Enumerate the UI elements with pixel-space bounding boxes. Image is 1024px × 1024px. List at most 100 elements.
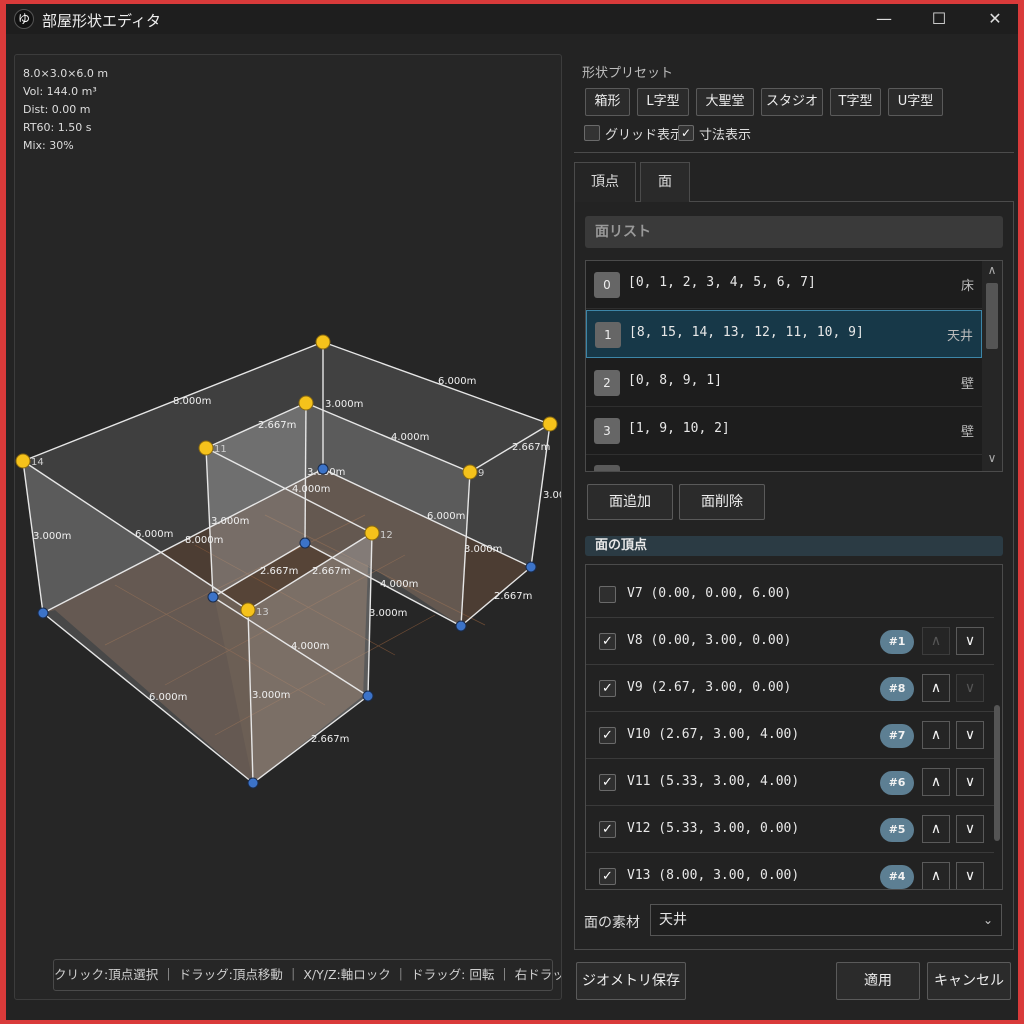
- presets-label: 形状プリセット: [582, 66, 674, 81]
- dim-label: 2.667m: [311, 734, 349, 745]
- title-bar: ゆ 部屋形状エディタ — ☐ ✕: [6, 4, 1018, 34]
- face-row[interactable]: 0 [0, 1, 2, 3, 4, 5, 6, 7] 床: [586, 261, 982, 309]
- face-row-selected[interactable]: 1 [8, 15, 14, 13, 12, 11, 10, 9] 天井: [586, 310, 982, 358]
- vertex-coords: V7 (0.00, 0.00, 6.00): [627, 586, 792, 601]
- face-row[interactable]: 2 [0, 8, 9, 1] 壁: [586, 359, 982, 407]
- ceiling-vertex: [315, 334, 331, 350]
- dim-label: 2.667m: [312, 566, 350, 577]
- dim-label: 8.000m: [173, 396, 211, 407]
- ceiling-vertex: [240, 602, 256, 618]
- vertex-coords: V12 (5.33, 3.00, 0.00): [627, 821, 800, 836]
- face-index-badge: 3: [594, 418, 620, 444]
- face-list-scrollbar[interactable]: ∧ ∨: [982, 261, 1002, 471]
- vertex-checkbox[interactable]: [599, 586, 616, 603]
- floor-vertex: [455, 620, 467, 632]
- ceiling-vertex: [364, 525, 380, 541]
- maximize-button[interactable]: ☐: [916, 4, 962, 34]
- controls-hint: クリック:頂点選択 ｜ ドラッグ:頂点移動 ｜ X/Y/Z:軸ロック ｜ ドラッ…: [53, 959, 561, 991]
- add-face-button[interactable]: 面追加: [587, 484, 673, 520]
- preset-l-shape-button[interactable]: L字型: [637, 88, 689, 116]
- dim-label: 6.000m: [135, 529, 173, 540]
- save-geometry-button[interactable]: ジオメトリ保存: [576, 962, 686, 1000]
- move-up-button[interactable]: ∧: [922, 768, 950, 796]
- tab-vertices[interactable]: 頂点: [574, 162, 636, 202]
- scrollbar-thumb[interactable]: [986, 283, 998, 349]
- ceiling-vertex: [462, 464, 478, 480]
- vertex-order-badge: #8: [880, 677, 914, 701]
- preset-studio-button[interactable]: スタジオ: [761, 88, 823, 116]
- move-down-button[interactable]: ∨: [956, 627, 984, 655]
- vertex-row[interactable]: ✓ V12 (5.33, 3.00, 0.00) #5 ∧ ∨: [586, 806, 994, 853]
- face-type: 壁: [960, 377, 974, 392]
- face-row-partial[interactable]: [586, 457, 982, 471]
- preset-cathedral-button[interactable]: 大聖堂: [696, 88, 754, 116]
- preset-box-button[interactable]: 箱形: [585, 88, 630, 116]
- face-material-value: 天井: [659, 912, 687, 928]
- vertex-checkbox[interactable]: ✓: [599, 727, 616, 744]
- scroll-up-icon[interactable]: ∧: [985, 263, 999, 277]
- vertex-row[interactable]: ✓ V13 (8.00, 3.00, 0.00) #4 ∧ ∨: [586, 853, 994, 889]
- grid-checkbox[interactable]: [584, 125, 600, 141]
- floor-vertex: [37, 607, 49, 619]
- move-down-button[interactable]: ∨: [956, 768, 984, 796]
- vertex-label-9: 9: [478, 468, 484, 479]
- 3d-viewport[interactable]: 8.0×3.0×6.0 m Vol: 144.0 m³ Dist: 0.00 m…: [14, 54, 562, 1000]
- vertex-row[interactable]: V7 (0.00, 0.00, 6.00): [586, 571, 994, 618]
- close-button[interactable]: ✕: [972, 4, 1018, 34]
- vertex-checkbox[interactable]: ✓: [599, 680, 616, 697]
- minimize-button[interactable]: —: [861, 4, 907, 34]
- move-down-button[interactable]: ∨: [956, 674, 984, 702]
- face-row[interactable]: 3 [1, 9, 10, 2] 壁: [586, 407, 982, 455]
- scroll-down-icon[interactable]: ∨: [985, 451, 999, 465]
- move-up-button[interactable]: ∧: [922, 627, 950, 655]
- dim-label: 3.000m: [33, 531, 71, 542]
- ceiling-vertex: [198, 440, 214, 456]
- face-material-label: 面の素材: [584, 915, 640, 931]
- vertex-row[interactable]: ✓ V11 (5.33, 3.00, 4.00) #6 ∧ ∨: [586, 759, 994, 806]
- vertex-checkbox[interactable]: ✓: [599, 633, 616, 650]
- dim-label: 3.000m: [211, 516, 249, 527]
- vertex-label-12: 12: [380, 530, 393, 541]
- move-up-button[interactable]: ∧: [922, 862, 950, 889]
- move-down-button[interactable]: ∨: [956, 721, 984, 749]
- preset-t-shape-button[interactable]: T字型: [830, 88, 881, 116]
- cancel-button[interactable]: キャンセル: [927, 962, 1011, 1000]
- vertex-checkbox[interactable]: ✓: [599, 774, 616, 791]
- dim-label: 6.000m: [427, 511, 465, 522]
- face-index-badge: 1: [595, 322, 621, 348]
- face-vertex-list[interactable]: V7 (0.00, 0.00, 6.00) ✓ V8 (0.00, 3.00, …: [585, 564, 1003, 890]
- face-type: 天井: [946, 329, 973, 344]
- vertex-row[interactable]: ✓ V10 (2.67, 3.00, 4.00) #7 ∧ ∨: [586, 712, 994, 759]
- dim-label: 3.000m: [252, 690, 290, 701]
- chevron-down-icon: ⌄: [982, 913, 993, 927]
- vertex-list-scrollbar[interactable]: [994, 705, 1000, 841]
- vertex-coords: V10 (2.67, 3.00, 4.00): [627, 727, 800, 742]
- delete-face-button[interactable]: 面削除: [679, 484, 765, 520]
- room-wireframe[interactable]: 8.000m 6.000m 2.667m 3.000m 4.000m 2.667…: [15, 55, 562, 1000]
- vertex-checkbox[interactable]: ✓: [599, 821, 616, 838]
- vertex-label-13: 13: [256, 607, 269, 618]
- vertex-row[interactable]: ✓ V9 (2.67, 3.00, 0.00) #8 ∧ ∨: [586, 665, 994, 712]
- vertex-checkbox[interactable]: ✓: [599, 868, 616, 885]
- vertex-order-badge: #4: [880, 865, 914, 889]
- move-down-button[interactable]: ∨: [956, 815, 984, 843]
- dimensions-checkbox[interactable]: ✓: [678, 125, 694, 141]
- face-material-select[interactable]: 天井 ⌄: [650, 904, 1002, 936]
- move-up-button[interactable]: ∧: [922, 815, 950, 843]
- vertex-label-14: 14: [31, 457, 44, 468]
- dim-label: 6.000m: [438, 376, 476, 387]
- move-up-button[interactable]: ∧: [922, 674, 950, 702]
- face-list[interactable]: 0 [0, 1, 2, 3, 4, 5, 6, 7] 床 1 [8, 15, 1…: [585, 260, 1003, 472]
- face-vertex-indices: [1, 9, 10, 2]: [628, 421, 730, 436]
- tab-faces[interactable]: 面: [640, 162, 690, 202]
- apply-button[interactable]: 適用: [836, 962, 920, 1000]
- vertex-row[interactable]: ✓ V8 (0.00, 3.00, 0.00) #1 ∧ ∨: [586, 618, 994, 665]
- move-up-button[interactable]: ∧: [922, 721, 950, 749]
- dim-label: 2.667m: [494, 591, 532, 602]
- dim-label: 4.000m: [292, 484, 330, 495]
- preset-u-shape-button[interactable]: U字型: [888, 88, 943, 116]
- move-down-button[interactable]: ∨: [956, 862, 984, 889]
- grid-checkbox-label: グリッド表示: [605, 128, 684, 143]
- window-title: 部屋形状エディタ: [42, 12, 161, 30]
- face-index-badge: 0: [594, 272, 620, 298]
